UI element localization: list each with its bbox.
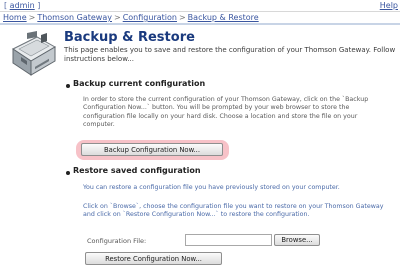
breadcrumb-underline xyxy=(0,23,400,25)
breadcrumb-separator: > xyxy=(28,13,36,22)
gateway-device-icon xyxy=(12,31,57,76)
breadcrumb-thomson-gateway[interactable]: Thomson Gateway xyxy=(37,13,112,22)
user-bracket-close: ] xyxy=(34,1,41,10)
restore-configuration-button[interactable]: Restore Configuration Now... xyxy=(85,252,222,265)
browse-button[interactable]: Browse... xyxy=(274,234,320,246)
page-intro: This page enables you to save and restor… xyxy=(64,46,396,63)
restore-heading: Restore saved configuration xyxy=(73,166,201,175)
page-title: Backup & Restore xyxy=(64,30,195,45)
breadcrumb: Home > Thomson Gateway > Configuration > Backu… xyxy=(3,13,259,22)
user-link[interactable]: admin xyxy=(10,1,35,10)
user-indicator: [ admin ] xyxy=(4,1,40,10)
configuration-file-input[interactable] xyxy=(185,234,272,246)
backup-configuration-button[interactable]: Backup Configuration Now... xyxy=(81,143,223,156)
breadcrumb-home[interactable]: Home xyxy=(3,13,27,22)
backup-instructions: In order to store the current configurat… xyxy=(83,96,369,128)
configuration-file-label: Configuration File: xyxy=(87,237,147,245)
breadcrumb-configuration[interactable]: Configuration xyxy=(123,13,177,22)
restore-info: You can restore a configuration file you… xyxy=(83,184,340,191)
breadcrumb-backup-restore[interactable]: Backup & Restore xyxy=(188,13,259,22)
section-bullet xyxy=(66,84,70,88)
help-link[interactable]: Help xyxy=(380,1,398,10)
backup-heading: Backup current configuration xyxy=(73,79,206,88)
breadcrumb-separator: > xyxy=(114,13,121,22)
top-divider xyxy=(0,11,400,12)
section-bullet xyxy=(66,171,70,175)
restore-instructions: Click on `Browse`, choose the configurat… xyxy=(83,203,384,219)
breadcrumb-separator: > xyxy=(178,13,186,22)
